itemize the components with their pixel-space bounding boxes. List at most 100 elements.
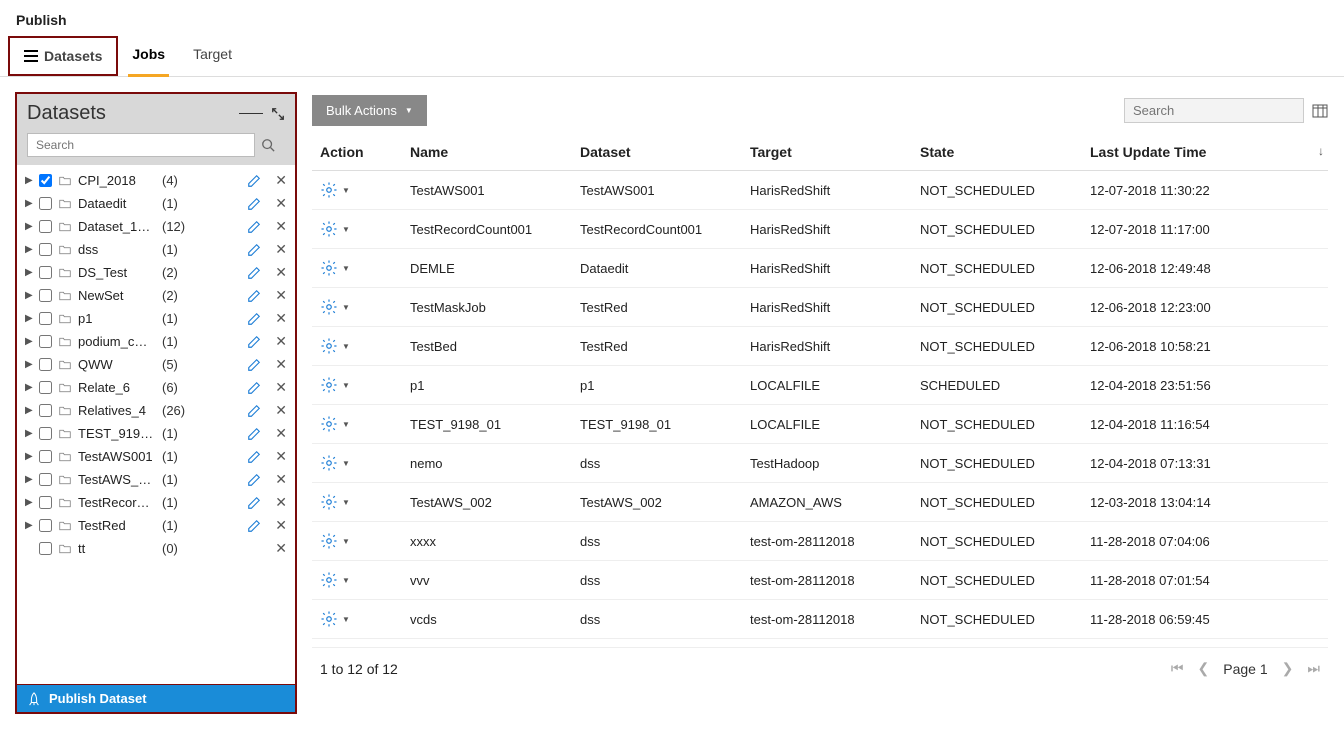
caret-right-icon[interactable]: ▶ xyxy=(25,382,33,393)
tree-row[interactable]: ▶DS_Test(2)✕ xyxy=(17,261,295,284)
caret-right-icon[interactable]: ▶ xyxy=(25,267,33,278)
tab-jobs[interactable]: Jobs xyxy=(118,36,179,76)
tree-row[interactable]: ▶Relate_6(6)✕ xyxy=(17,376,295,399)
delete-icon[interactable]: ✕ xyxy=(275,517,287,534)
caret-right-icon[interactable]: ▶ xyxy=(25,520,33,531)
tree-checkbox[interactable] xyxy=(39,335,52,348)
edit-icon[interactable] xyxy=(247,404,261,418)
caret-right-icon[interactable]: ▶ xyxy=(25,175,33,186)
row-action-menu[interactable]: ▼ xyxy=(320,415,394,433)
delete-icon[interactable]: ✕ xyxy=(275,540,287,557)
row-action-menu[interactable]: ▼ xyxy=(320,610,394,628)
tree-checkbox[interactable] xyxy=(39,174,52,187)
tree-checkbox[interactable] xyxy=(39,220,52,233)
tree-checkbox[interactable] xyxy=(39,473,52,486)
edit-icon[interactable] xyxy=(247,197,261,211)
col-action[interactable]: Action xyxy=(312,134,402,171)
tree-row[interactable]: ▶TestAWS_002(1)✕ xyxy=(17,468,295,491)
tree-row[interactable]: ▶NewSet(2)✕ xyxy=(17,284,295,307)
col-name[interactable]: Name xyxy=(402,134,572,171)
edit-icon[interactable] xyxy=(247,519,261,533)
edit-icon[interactable] xyxy=(247,427,261,441)
col-last-update[interactable]: Last Update Time↓ xyxy=(1082,134,1328,171)
delete-icon[interactable]: ✕ xyxy=(275,494,287,511)
publish-dataset-button[interactable]: Publish Dataset xyxy=(17,685,295,712)
sidebar-search-button[interactable] xyxy=(261,133,285,157)
tree-row[interactable]: ▶p1(1)✕ xyxy=(17,307,295,330)
delete-icon[interactable]: ✕ xyxy=(275,287,287,304)
tree-checkbox[interactable] xyxy=(39,381,52,394)
tree-row[interactable]: tt(0)✕ xyxy=(17,537,295,560)
caret-right-icon[interactable]: ▶ xyxy=(25,244,33,255)
tree-checkbox[interactable] xyxy=(39,519,52,532)
tree-checkbox[interactable] xyxy=(39,450,52,463)
tree-checkbox[interactable] xyxy=(39,243,52,256)
delete-icon[interactable]: ✕ xyxy=(275,356,287,373)
tree-row[interactable]: ▶CPI_2018(4)✕ xyxy=(17,169,295,192)
caret-right-icon[interactable]: ▶ xyxy=(25,497,33,508)
tree-row[interactable]: ▶QWW(5)✕ xyxy=(17,353,295,376)
tab-target[interactable]: Target xyxy=(179,36,246,76)
tree-checkbox[interactable] xyxy=(39,542,52,555)
delete-icon[interactable]: ✕ xyxy=(275,264,287,281)
tree-checkbox[interactable] xyxy=(39,427,52,440)
table-search-input[interactable] xyxy=(1133,103,1309,118)
caret-right-icon[interactable]: ▶ xyxy=(25,336,33,347)
edit-icon[interactable] xyxy=(247,289,261,303)
bulk-actions-button[interactable]: Bulk Actions ▼ xyxy=(312,95,427,126)
edit-icon[interactable] xyxy=(247,450,261,464)
col-target[interactable]: Target xyxy=(742,134,912,171)
columns-icon[interactable] xyxy=(1312,103,1328,119)
row-action-menu[interactable]: ▼ xyxy=(320,181,394,199)
delete-icon[interactable]: ✕ xyxy=(275,425,287,442)
tree-row[interactable]: ▶TestAWS001(1)✕ xyxy=(17,445,295,468)
delete-icon[interactable]: ✕ xyxy=(275,195,287,212)
caret-right-icon[interactable]: ▶ xyxy=(25,221,33,232)
tree-checkbox[interactable] xyxy=(39,289,52,302)
edit-icon[interactable] xyxy=(247,312,261,326)
row-action-menu[interactable]: ▼ xyxy=(320,376,394,394)
tree-row[interactable]: ▶Dataset_1_…(12)✕ xyxy=(17,215,295,238)
collapse-icon[interactable] xyxy=(239,113,263,114)
tree-row[interactable]: ▶dss(1)✕ xyxy=(17,238,295,261)
delete-icon[interactable]: ✕ xyxy=(275,241,287,258)
edit-icon[interactable] xyxy=(247,220,261,234)
caret-right-icon[interactable]: ▶ xyxy=(25,428,33,439)
caret-right-icon[interactable]: ▶ xyxy=(25,451,33,462)
pager-last[interactable]: ⏭ xyxy=(1307,660,1320,677)
row-action-menu[interactable]: ▼ xyxy=(320,259,394,277)
delete-icon[interactable]: ✕ xyxy=(275,218,287,235)
edit-icon[interactable] xyxy=(247,335,261,349)
tree-row[interactable]: ▶TEST_9198…(1)✕ xyxy=(17,422,295,445)
tree-row[interactable]: ▶podium_c…(1)✕ xyxy=(17,330,295,353)
tab-datasets[interactable]: Datasets xyxy=(8,36,118,76)
delete-icon[interactable]: ✕ xyxy=(275,172,287,189)
edit-icon[interactable] xyxy=(247,266,261,280)
edit-icon[interactable] xyxy=(247,473,261,487)
delete-icon[interactable]: ✕ xyxy=(275,448,287,465)
col-state[interactable]: State xyxy=(912,134,1082,171)
pager-next[interactable]: ❯ xyxy=(1282,660,1294,677)
tree-checkbox[interactable] xyxy=(39,496,52,509)
edit-icon[interactable] xyxy=(247,496,261,510)
tree-checkbox[interactable] xyxy=(39,312,52,325)
edit-icon[interactable] xyxy=(247,358,261,372)
delete-icon[interactable]: ✕ xyxy=(275,333,287,350)
row-action-menu[interactable]: ▼ xyxy=(320,220,394,238)
caret-right-icon[interactable]: ▶ xyxy=(25,290,33,301)
edit-icon[interactable] xyxy=(247,243,261,257)
delete-icon[interactable]: ✕ xyxy=(275,471,287,488)
caret-right-icon[interactable]: ▶ xyxy=(25,474,33,485)
caret-right-icon[interactable]: ▶ xyxy=(25,359,33,370)
edit-icon[interactable] xyxy=(247,381,261,395)
col-dataset[interactable]: Dataset xyxy=(572,134,742,171)
tree-row[interactable]: ▶TestRecord…(1)✕ xyxy=(17,491,295,514)
tree-checkbox[interactable] xyxy=(39,404,52,417)
edit-icon[interactable] xyxy=(247,174,261,188)
row-action-menu[interactable]: ▼ xyxy=(320,298,394,316)
row-action-menu[interactable]: ▼ xyxy=(320,532,394,550)
row-action-menu[interactable]: ▼ xyxy=(320,571,394,589)
expand-icon[interactable] xyxy=(271,107,285,121)
delete-icon[interactable]: ✕ xyxy=(275,379,287,396)
pager-first[interactable]: ⏮ xyxy=(1171,660,1184,677)
